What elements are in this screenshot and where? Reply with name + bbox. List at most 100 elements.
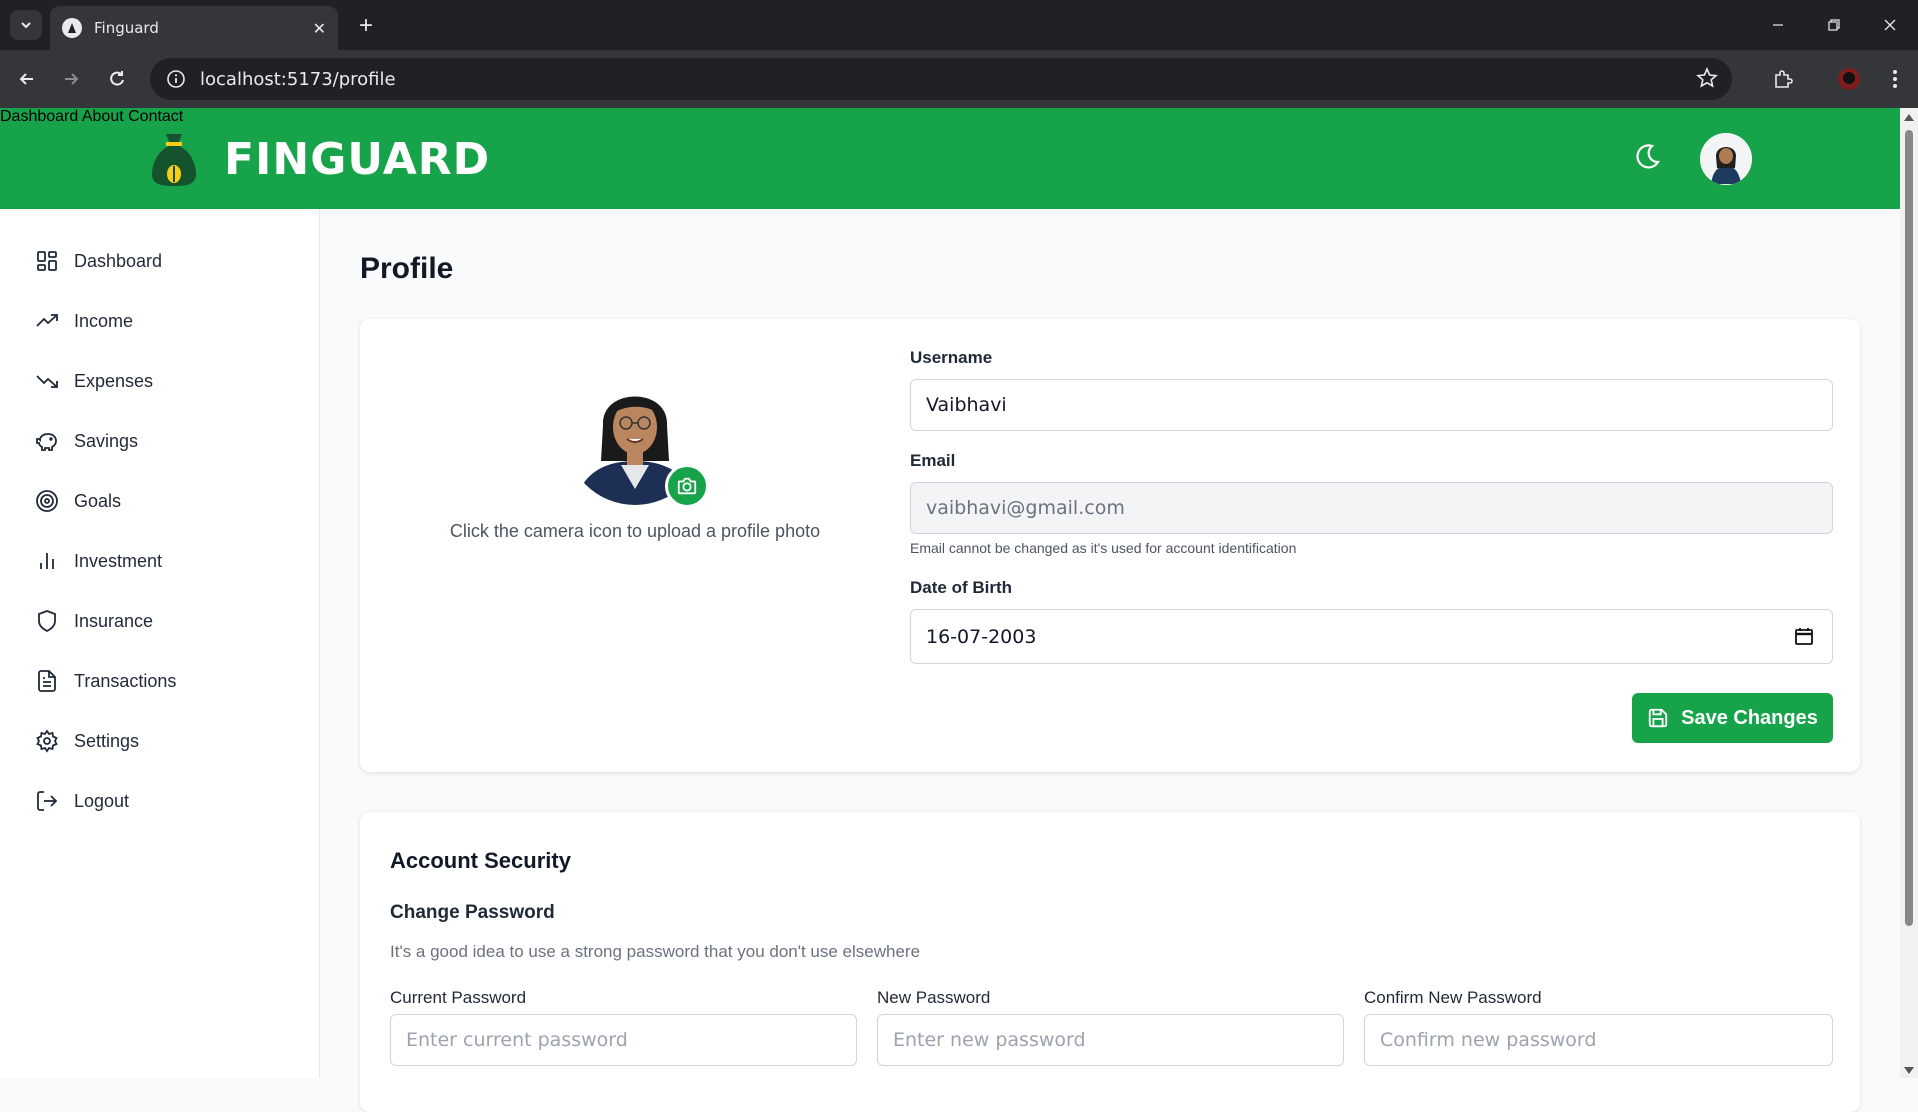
document-icon [34,668,60,694]
nav-contact-link[interactable]: Contact [128,108,183,125]
page-title: Profile [360,252,454,285]
sidebar-item-settings[interactable]: Settings [34,725,139,757]
sidebar-item-label: Settings [74,730,140,751]
save-icon [1647,707,1669,729]
piggy-bank-icon [34,428,60,454]
site-info-icon[interactable] [166,69,186,89]
dob-input[interactable]: 16-07-2003 [910,609,1833,664]
page-scrollbar[interactable] [1900,108,1918,1078]
confirm-password-label: Confirm New Password [1364,988,1542,1007]
camera-icon [677,477,697,495]
username-input[interactable]: Vaibhavi [910,379,1833,431]
sidebar-item-goals[interactable]: Goals [34,485,121,517]
restore-icon [1828,19,1840,31]
close-window-button[interactable] [1862,0,1918,50]
address-bar[interactable]: localhost:5173/profile [150,58,1732,100]
new-password-input[interactable]: Enter new password [877,1014,1344,1066]
moon-icon [1636,144,1660,169]
sidebar-item-label: Investment [74,550,163,571]
brand-logo[interactable]: FINGUARD [148,130,490,188]
save-changes-label: Save Changes [1681,706,1818,729]
minimize-icon [1773,24,1783,26]
sidebar-item-income[interactable]: Income [34,305,133,337]
new-password-label: New Password [877,988,991,1007]
upload-photo-button[interactable] [665,464,709,508]
theme-toggle-button[interactable] [1632,142,1662,177]
dob-label: Date of Birth [910,578,1012,597]
scroll-down-arrow-icon[interactable] [1904,1067,1914,1074]
trend-down-icon [34,368,60,394]
email-helper-text: Email cannot be changed as it's used for… [910,540,1297,556]
dob-value: 16-07-2003 [926,625,1037,648]
current-password-label: Current Password [390,988,527,1007]
change-password-description: It's a good idea to use a strong passwor… [390,942,921,961]
browser-tab[interactable]: Finguard ✕ [50,6,338,50]
profile-button[interactable] [1834,64,1864,94]
save-changes-button[interactable]: Save Changes [1632,693,1833,743]
sidebar-item-insurance[interactable]: Insurance [34,605,153,637]
close-tab-icon[interactable]: ✕ [313,19,326,38]
sidebar-item-transactions[interactable]: Transactions [34,665,176,697]
confirm-password-input[interactable]: Confirm new password [1364,1014,1833,1066]
forward-button[interactable] [56,64,86,94]
sidebar-item-savings[interactable]: Savings [34,425,138,457]
sidebar-item-label: Logout [74,790,130,811]
sidebar-item-logout[interactable]: Logout [34,785,129,817]
scrollbar-thumb[interactable] [1905,130,1913,926]
extensions-button[interactable] [1768,64,1798,94]
sidebar-item-investment[interactable]: Investment [34,545,162,577]
change-password-heading: Change Password [390,902,555,923]
chevron-down-icon [21,22,31,29]
new-tab-button[interactable]: + [352,12,380,40]
sidebar-item-dashboard[interactable]: Dashboard [34,245,162,277]
email-input: vaibhavi@gmail.com [910,482,1833,534]
nav-dashboard-link[interactable]: Dashboard [0,108,78,125]
menu-button[interactable] [1880,64,1910,94]
sidebar-item-label: Insurance [74,610,154,631]
sidebar-item-label: Savings [74,430,139,451]
username-label: Username [910,348,993,367]
arrow-right-icon [65,73,79,85]
bookmark-star-icon[interactable] [1696,66,1718,94]
email-label: Email [910,451,956,470]
trend-up-icon [34,308,60,334]
url-text: localhost:5173/profile [200,68,396,90]
sidebar-item-expenses[interactable]: Expenses [34,365,153,397]
profile-avatar-icon [1838,68,1860,90]
target-icon [34,488,60,514]
favicon-icon [62,18,82,38]
profile-card: Click the camera icon to upload a profil… [360,319,1860,772]
current-password-input[interactable]: Enter current password [390,1014,857,1066]
puzzle-icon [1775,70,1793,88]
gear-icon [34,728,60,754]
logout-icon [34,788,60,814]
scroll-up-arrow-icon[interactable] [1904,114,1914,121]
account-security-title: Account Security [390,848,571,873]
sidebar-item-label: Dashboard [74,250,163,271]
photo-upload-hint: Click the camera icon to upload a profil… [449,521,821,541]
brand-name: FINGUARD [224,133,491,185]
top-nav: Dashboard About Contact [0,108,1900,126]
sidebar-item-label: Income [74,310,134,331]
kebab-menu-icon [1893,70,1897,88]
calendar-icon[interactable] [1794,626,1814,651]
nav-about-link[interactable]: About [82,108,124,125]
close-icon [1884,19,1896,31]
sidebar: Dashboard Income Expenses Savings Goals … [0,209,320,1078]
money-bag-logo-icon [152,134,196,186]
sidebar-item-label: Goals [74,490,122,511]
app-header: FINGUARD Dashboard About Contact [0,108,1900,209]
account-security-card: Account Security Change Password It's a … [360,812,1860,1112]
tab-list-button[interactable] [10,10,42,40]
shield-icon [34,608,60,634]
reload-button[interactable] [102,64,132,94]
restore-button[interactable] [1806,0,1862,50]
browser-tab-bar: Finguard ✕ + [0,0,1918,50]
arrow-left-icon [19,73,33,85]
user-avatar-image [1701,134,1751,184]
sidebar-item-label: Transactions [74,670,177,691]
minimize-button[interactable] [1750,0,1806,50]
user-avatar[interactable] [1700,133,1752,185]
browser-toolbar: localhost:5173/profile [0,50,1918,108]
back-button[interactable] [12,64,42,94]
